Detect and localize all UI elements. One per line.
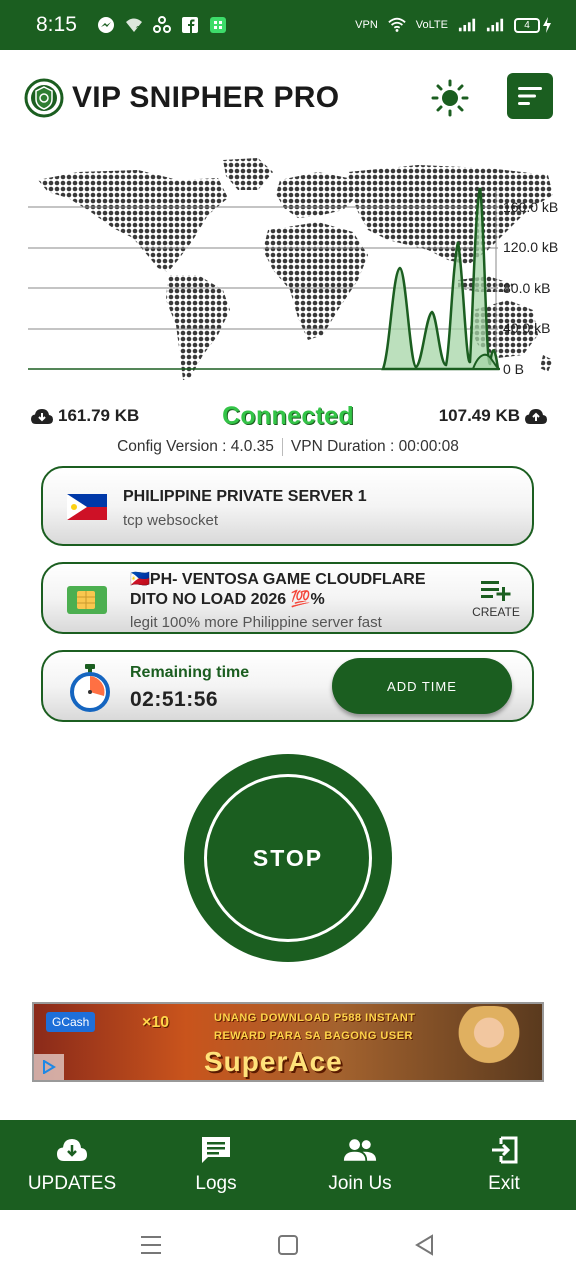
nav-label: UPDATES <box>27 1173 117 1194</box>
create-label: CREATE <box>472 605 520 619</box>
download-stat: 161.79 KB <box>30 406 139 426</box>
remaining-time-label: Remaining time <box>130 664 250 681</box>
config-title: 🇵🇭PH- VENTOSA GAME CLOUDFLARE DITO NO LO… <box>130 570 460 610</box>
battery-icon: 4 <box>514 17 552 33</box>
config-title-line1: 🇵🇭PH- VENTOSA GAME CLOUDFLARE <box>130 571 426 588</box>
y-tick-label: 0 B <box>503 361 524 377</box>
app-header: VIP SNIPHER PRO <box>0 50 576 145</box>
create-config-button[interactable]: CREATE <box>470 578 522 619</box>
theme-toggle-sun-icon[interactable] <box>430 78 470 118</box>
info-divider <box>281 438 283 456</box>
server-name: PHILIPPINE PRIVATE SERVER 1 <box>123 488 367 505</box>
recents-menu-icon[interactable] <box>138 1232 164 1258</box>
add-time-button[interactable]: ADD TIME <box>332 658 512 714</box>
system-status-icons: VPN VoLTE 4 <box>355 16 552 34</box>
signal-2-icon <box>486 16 504 34</box>
config-description: legit 100% more Philippine server fast <box>130 614 382 631</box>
download-value: 161.79 KB <box>58 406 140 425</box>
sim-card-icon <box>67 586 107 614</box>
stop-button[interactable]: STOP <box>184 754 392 962</box>
facebook-icon <box>181 16 199 34</box>
wifi-question-icon: ? <box>125 16 143 34</box>
ad-multiplier: ×10 <box>142 1014 170 1031</box>
system-nav-bar <box>0 1210 576 1280</box>
menu-button[interactable] <box>507 73 553 119</box>
ad-choices-icon[interactable] <box>34 1054 64 1080</box>
nav-label: Exit <box>488 1173 520 1194</box>
config-version: Config Version : 4.0.35 <box>117 438 274 456</box>
nav-logs[interactable]: Logs <box>144 1120 288 1210</box>
wifi-icon <box>388 16 406 34</box>
cloud-download-icon <box>31 409 53 424</box>
stop-label: STOP <box>204 774 372 942</box>
ad-line2: REWARD PARA SA BAGONG USER <box>214 1030 413 1042</box>
svg-text:?: ? <box>136 25 141 34</box>
y-tick-label: 160.0 kB <box>503 199 558 215</box>
vpn-duration: VPN Duration : 00:00:08 <box>290 438 459 456</box>
ad-brand: SuperAce <box>204 1046 343 1077</box>
ad-banner[interactable]: GCash ×10 UNANG DOWNLOAD P588 INSTANT RE… <box>32 1002 544 1082</box>
config-title-line2: DITO NO LOAD 2026 💯% <box>130 591 325 608</box>
status-bar: 8:15 ? VPN VoLTE 4 <box>0 0 576 50</box>
traffic-graph: 160.0 kB 120.0 kB 80.0 kB 40.0 kB 0 B <box>18 150 568 390</box>
nav-updates[interactable]: UPDATES <box>0 1120 144 1210</box>
playlist-add-icon <box>481 581 511 601</box>
battery-level: 4 <box>514 17 540 33</box>
notification-icons: ? <box>97 16 227 34</box>
status-time: 8:15 <box>36 13 77 36</box>
home-square-icon[interactable] <box>275 1232 301 1258</box>
share-icon <box>152 16 171 34</box>
nav-label: Logs <box>195 1173 237 1194</box>
app-grid-icon <box>209 16 227 34</box>
back-triangle-icon[interactable] <box>412 1232 438 1258</box>
y-tick-label: 40.0 kB <box>503 320 550 336</box>
nav-join-us[interactable]: Join Us <box>288 1120 432 1210</box>
traffic-row: Connected 161.79 KB 107.49 KB <box>0 402 576 436</box>
messenger-icon <box>97 16 115 34</box>
nav-label: Join Us <box>328 1173 392 1194</box>
y-tick-label: 80.0 kB <box>503 280 550 296</box>
upload-stat: 107.49 KB <box>439 406 548 426</box>
cloud-upload-icon <box>525 409 547 424</box>
chat-icon <box>199 1135 233 1165</box>
ad-line1: UNANG DOWNLOAD P588 INSTANT <box>214 1012 416 1024</box>
bottom-nav: UPDATES Logs Join Us Exit <box>0 1120 576 1210</box>
timer-card: Remaining time 02:51:56 ADD TIME <box>41 650 534 722</box>
group-icon <box>343 1135 377 1165</box>
app-title: VIP SNIPHER PRO <box>72 80 340 114</box>
config-selector[interactable]: 🇵🇭PH- VENTOSA GAME CLOUDFLARE DITO NO LO… <box>41 562 534 634</box>
upload-value: 107.49 KB <box>438 406 520 425</box>
app-logo-icon <box>24 78 64 118</box>
volte-label: VoLTE <box>415 19 448 31</box>
ad-gcash-tag: GCash <box>46 1012 96 1032</box>
stopwatch-icon <box>69 662 111 712</box>
server-selector[interactable]: PHILIPPINE PRIVATE SERVER 1 tcp websocke… <box>41 466 534 546</box>
exit-icon <box>487 1135 521 1165</box>
ad-model-image <box>444 1006 534 1080</box>
cloud-download-icon <box>55 1135 89 1165</box>
signal-icon <box>458 16 476 34</box>
remaining-time-value: 02:51:56 <box>130 688 219 711</box>
menu-lines-icon <box>518 87 542 105</box>
server-protocol: tcp websocket <box>123 512 219 529</box>
philippines-flag-icon <box>67 494 107 520</box>
info-row: Config Version : 4.0.35 VPN Duration : 00… <box>0 438 576 456</box>
y-tick-label: 120.0 kB <box>503 239 558 255</box>
nav-exit[interactable]: Exit <box>432 1120 576 1210</box>
vpn-status-label: VPN <box>355 19 378 31</box>
